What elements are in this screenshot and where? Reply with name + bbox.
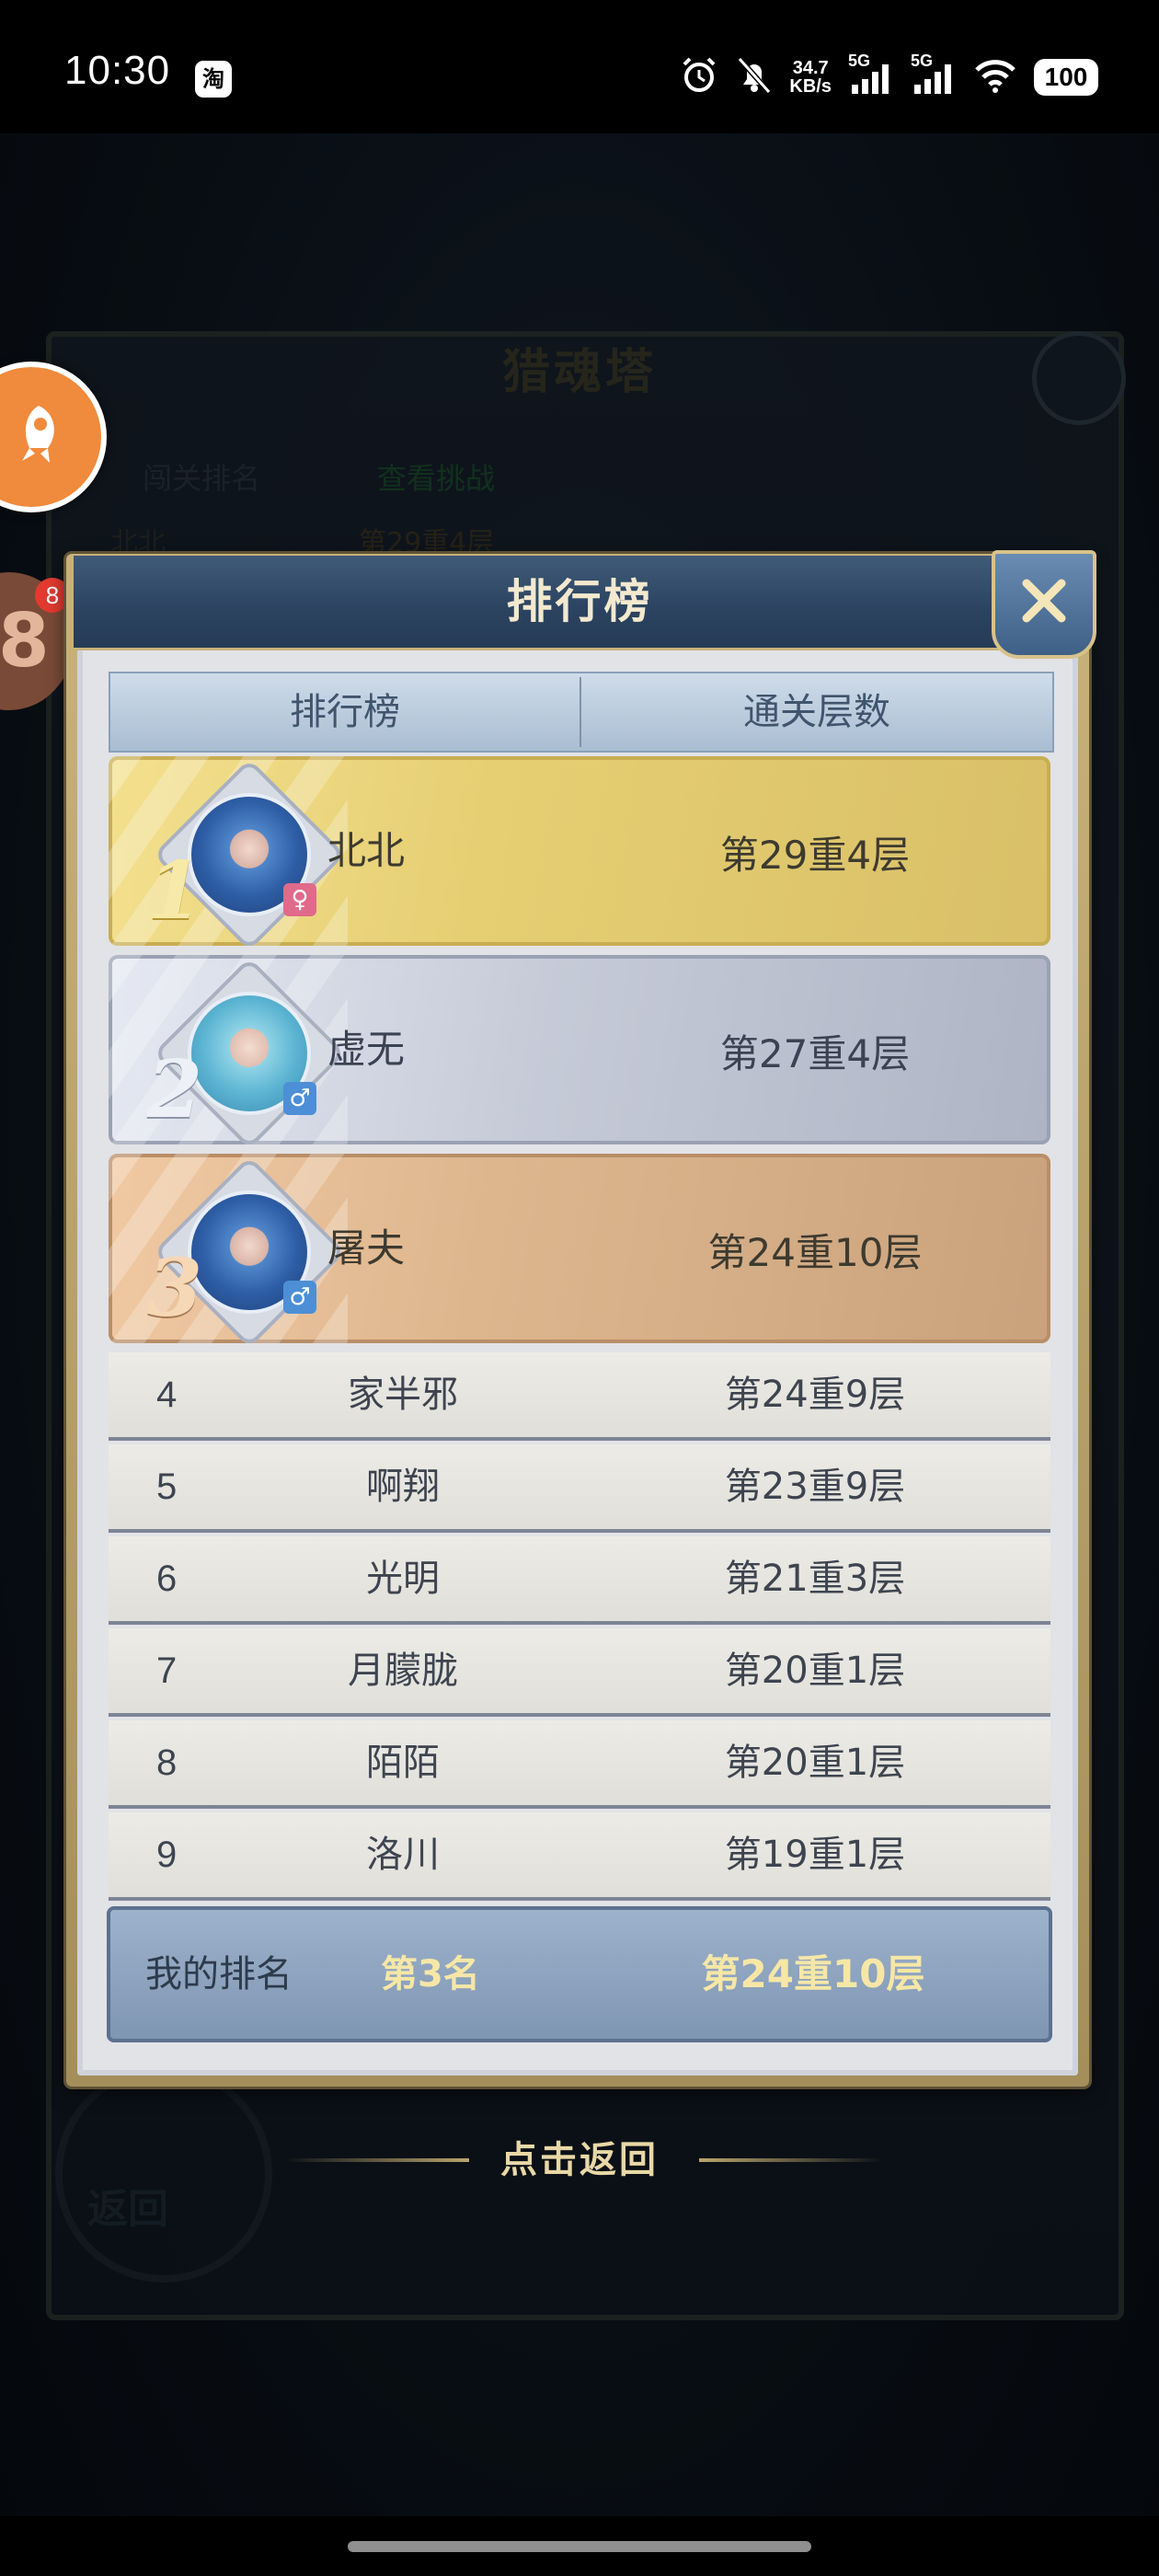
leaderboard-row-rank-7[interactable]: 7 月朦胧 第20重1层 (109, 1628, 1050, 1717)
leaderboard-row-rank-6[interactable]: 6 光明 第21重3层 (109, 1536, 1050, 1625)
cleared-floor: 第23重9层 (724, 1466, 906, 1508)
leaderboard-header: 排行榜 (74, 556, 1085, 650)
wifi-icon (973, 57, 1017, 98)
leaderboard-title: 排行榜 (506, 575, 653, 628)
screen: 10:30 淘 34.7 KB/s 5G 5G 100 猎魂塔 闯关排名 查看挑… (0, 0, 1159, 2576)
cleared-floor: 第20重1层 (724, 1650, 906, 1692)
rank-number: 7 (156, 1650, 178, 1691)
player-name: 北北 (327, 828, 406, 873)
player-name: 虚无 (327, 1027, 406, 1072)
leaderboard-row-rank-1[interactable]: ♀ 1 北北 第29重4层 (109, 756, 1050, 946)
my-rank-floor: 第24重10层 (701, 1951, 925, 1996)
player-name: 陌陌 (366, 1742, 440, 1784)
my-rank-row: 我的排名 第3名 第24重10层 (107, 1906, 1052, 2042)
leaderboard-row-rank-3[interactable]: ♂ 3 屠夫 第24重10层 (109, 1154, 1050, 1343)
player-name: 啊翔 (366, 1466, 440, 1508)
rank-number: 6 (156, 1558, 178, 1599)
mute-icon (736, 55, 773, 99)
leaderboard-row-rank-5[interactable]: 5 啊翔 第23重9层 (109, 1444, 1050, 1533)
rank-number: 4 (156, 1374, 178, 1415)
battery-icon: 100 (1034, 59, 1098, 96)
cleared-floor: 第21重3层 (724, 1558, 906, 1600)
column-header-ranking: 排行榜 (290, 691, 400, 733)
cleared-floor: 第24重9层 (724, 1374, 906, 1416)
column-header-floors: 通关层数 (743, 691, 890, 733)
alarm-icon (679, 55, 719, 99)
player-name: 家半邪 (348, 1374, 458, 1416)
player-name: 洛川 (366, 1834, 440, 1876)
player-name: 光明 (366, 1558, 440, 1600)
notification-badge: 8 (35, 578, 70, 613)
close-icon (1022, 579, 1066, 623)
status-bar: 10:30 淘 34.7 KB/s 5G 5G 100 (0, 0, 1159, 133)
leaderboard-close-button[interactable] (992, 550, 1096, 659)
player-name: 屠夫 (327, 1225, 406, 1271)
rank-number: 8 (156, 1742, 178, 1783)
leaderboard-row-rank-9[interactable]: 9 洛川 第19重1层 (109, 1812, 1050, 1901)
rank-number: 1 (147, 845, 202, 937)
player-name: 月朦胧 (348, 1650, 458, 1692)
leaderboard-row-rank-4[interactable]: 4 家半邪 第24重9层 (109, 1352, 1050, 1441)
return-hint-right-ornament (699, 2158, 883, 2162)
signal-icon-1: 5G (848, 52, 894, 98)
tap-to-return-hint[interactable]: 点击返回 (0, 2133, 1159, 2188)
rank-number: 5 (156, 1466, 178, 1507)
leaderboard-row-rank-8[interactable]: 8 陌陌 第20重1层 (109, 1720, 1050, 1809)
male-gender-icon: ♂ (283, 1281, 316, 1314)
cleared-floor: 第27重4层 (719, 1031, 911, 1076)
female-gender-icon: ♀ (283, 883, 316, 916)
male-gender-icon: ♂ (283, 1082, 316, 1115)
status-icons: 34.7 KB/s 5G 5G 100 (679, 52, 1098, 103)
taobao-notification-icon: 淘 (195, 61, 232, 98)
my-rank-place: 第3名 (381, 1953, 480, 1995)
rank-number: 2 (147, 1043, 202, 1136)
network-speed-value: 34.7 (792, 58, 829, 78)
leaderboard-table-header: 排行榜 通关层数 (109, 672, 1054, 753)
network-speed-unit: KB/s (789, 76, 832, 97)
cleared-floor: 第24重10层 (707, 1230, 923, 1275)
rank-number: 3 (147, 1242, 202, 1335)
rocket-icon (22, 406, 54, 463)
leaderboard-row-rank-2[interactable]: ♂ 2 虚无 第27重4层 (109, 955, 1050, 1144)
home-indicator[interactable] (348, 2541, 811, 2552)
signal-icon-2: 5G (911, 52, 957, 98)
rank-number: 9 (156, 1834, 178, 1875)
cleared-floor: 第19重1层 (724, 1834, 906, 1876)
my-rank-label: 我的排名 (145, 1953, 293, 1995)
network-speed: 34.7 KB/s (789, 59, 832, 96)
cleared-floor: 第20重1层 (724, 1742, 906, 1784)
cleared-floor: 第29重4层 (719, 833, 911, 878)
status-time: 10:30 (64, 48, 171, 93)
